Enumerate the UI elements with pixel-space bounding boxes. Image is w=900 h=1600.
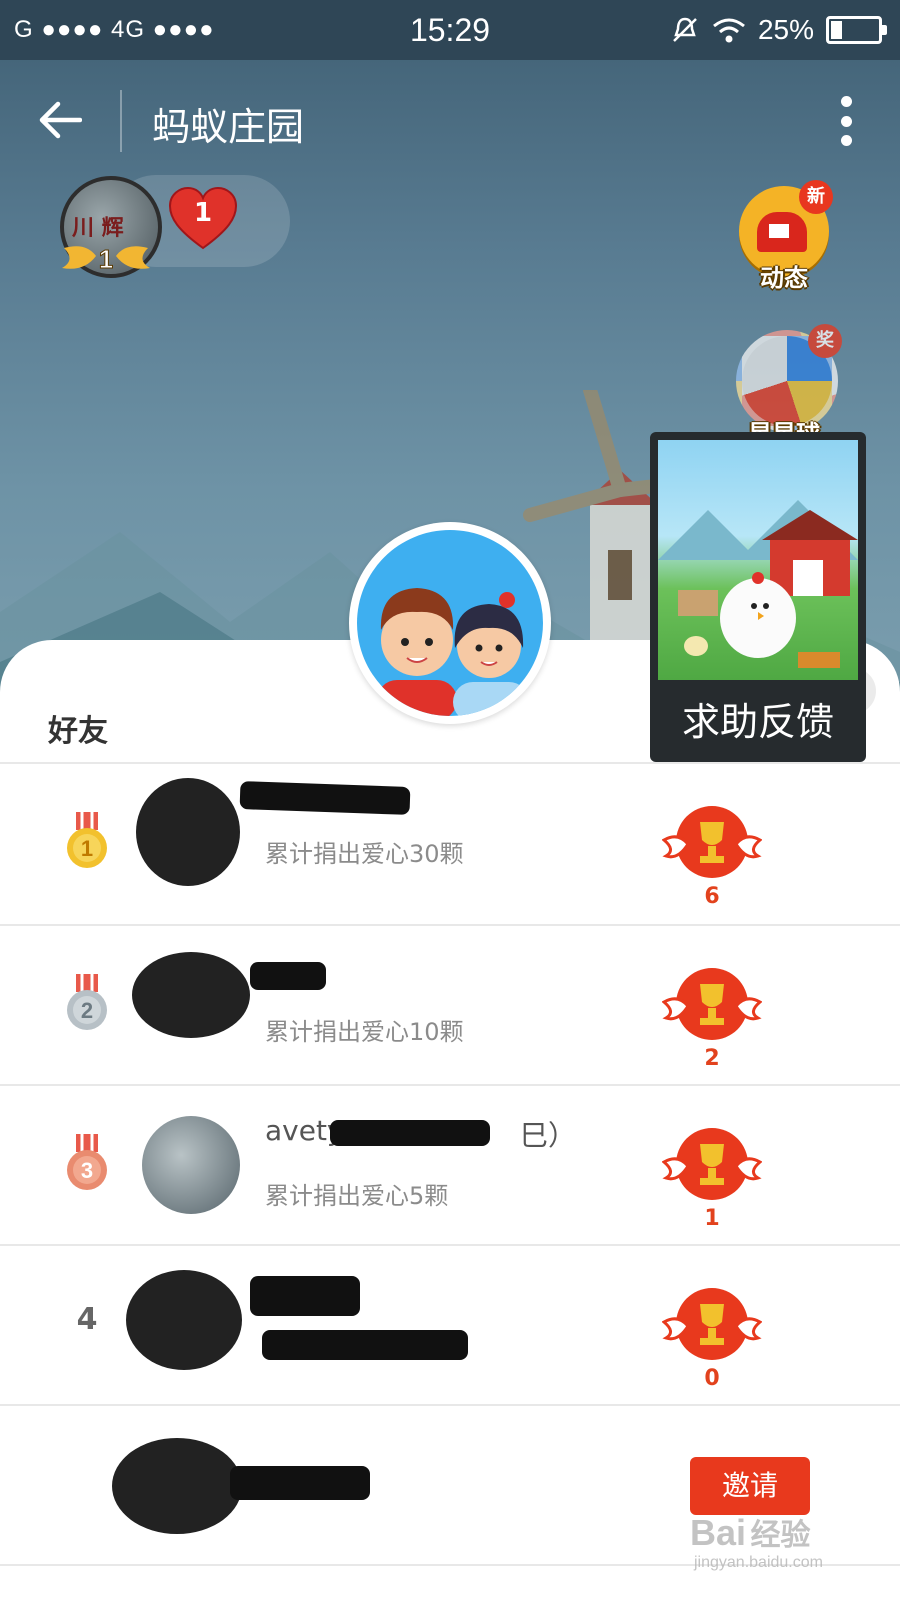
friend-row[interactable]: 1 累计捐出爱心30颗 6 <box>0 764 900 922</box>
friend-row[interactable]: 3 avety 巳） 累计捐出爱心5颗 1 <box>0 1086 900 1244</box>
friends-avatar <box>349 522 551 724</box>
trophy-count: 2 <box>704 1046 720 1071</box>
user-level: 1 <box>99 244 113 274</box>
watermark-url: jingyan.baidu.com <box>694 1554 823 1571</box>
bronze-medal-icon: 3 <box>67 1134 107 1190</box>
status-right: 25% <box>670 14 887 46</box>
watermark-brand: Bai <box>690 1512 747 1553</box>
battery-percent: 25% <box>757 14 814 45</box>
rank-number: 1 <box>81 836 93 861</box>
back-arrow-icon[interactable] <box>38 98 82 142</box>
trophy-count: 0 <box>704 1366 720 1391</box>
battery-icon <box>826 16 887 44</box>
friends-avatar-image <box>357 530 543 716</box>
avatar <box>142 1116 240 1214</box>
friend-row[interactable]: 2 累计捐出爱心10颗 2 <box>0 926 900 1084</box>
more-dot-icon <box>840 96 852 107</box>
title-bar: 蚂蚁庄园 <box>0 60 900 180</box>
heart-count: 1 <box>193 198 213 228</box>
farm-preview-illustration <box>658 500 858 668</box>
donation-text: 累计捐出爱心5颗 <box>265 1182 449 1210</box>
more-dot-icon <box>840 115 852 127</box>
status-bar: G ●●●● 4G ●●●● 15:29 25% <box>0 0 900 60</box>
friend-row[interactable]: 4 0 <box>0 1246 900 1404</box>
heart-counter[interactable]: 1 <box>168 186 238 250</box>
level-wings-badge: 1 <box>62 244 150 275</box>
feed-button[interactable]: 新 动态 <box>736 180 833 293</box>
avatar <box>112 1438 242 1534</box>
donation-text: 累计捐出爱心30颗 <box>265 840 464 868</box>
watermark-brand-cn: 经验 <box>750 1519 811 1552</box>
help-feedback-label: 求助反馈 <box>681 700 834 744</box>
avatar <box>136 778 240 886</box>
trophy-icon <box>662 1288 762 1360</box>
help-feedback-popup[interactable]: 求助反馈 <box>650 432 866 762</box>
mute-bell-icon <box>673 17 697 42</box>
friends-couple-icon <box>377 588 529 716</box>
friends-section-title: 好友 <box>48 714 108 749</box>
rank-number: 4 <box>76 1302 98 1337</box>
trophy-icon <box>662 806 762 878</box>
title-divider <box>120 90 122 152</box>
rank-number: 2 <box>81 998 93 1023</box>
help-preview-image <box>658 440 858 680</box>
redacted-name <box>239 781 411 815</box>
redacted-name <box>250 962 326 990</box>
trophy-icon <box>662 968 762 1040</box>
trophy-count: 6 <box>704 884 720 909</box>
page-title: 蚂蚁庄园 <box>152 105 305 149</box>
baidu-watermark: Bai 经验 jingyan.baidu.com <box>690 1510 823 1572</box>
redacted-name <box>330 1120 490 1146</box>
more-menu-button[interactable] <box>838 96 854 146</box>
trophy-icon <box>662 1128 762 1200</box>
redacted-name <box>230 1466 370 1500</box>
battery-level-fill <box>831 21 842 39</box>
new-badge: 新 <box>799 180 833 214</box>
wifi-icon <box>713 18 745 43</box>
mailbox-slot <box>769 224 789 238</box>
donation-text: 累计捐出爱心10颗 <box>265 1018 464 1046</box>
rank-number: 3 <box>81 1158 93 1183</box>
redacted-subtitle <box>262 1330 468 1360</box>
invite-button[interactable]: 邀请 <box>690 1457 810 1515</box>
feed-label: 动态 <box>760 264 808 292</box>
prize-badge: 奖 <box>808 324 842 358</box>
friend-name-suffix: 巳） <box>520 1119 577 1152</box>
gold-medal-icon: 1 <box>67 812 107 868</box>
avatar <box>132 952 250 1038</box>
trophy-count: 1 <box>704 1206 720 1231</box>
avatar <box>126 1270 242 1370</box>
silver-medal-icon: 2 <box>67 974 107 1030</box>
redacted-name <box>250 1276 360 1316</box>
more-dot-icon <box>840 135 852 146</box>
